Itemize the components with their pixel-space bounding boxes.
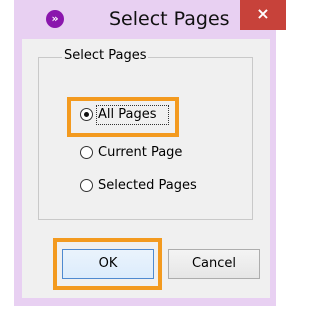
title-bar[interactable]: » Select Pages × bbox=[14, 0, 286, 39]
window-frame-left bbox=[14, 39, 22, 306]
close-button[interactable]: × bbox=[240, 0, 286, 30]
app-icon: » bbox=[46, 10, 64, 28]
chevron-right-icon: » bbox=[51, 12, 59, 25]
radio-label: Selected Pages bbox=[98, 178, 197, 193]
highlight-ok-button bbox=[53, 238, 162, 290]
cancel-button[interactable]: Cancel bbox=[168, 249, 260, 279]
dialog-title: Select Pages bbox=[109, 8, 230, 30]
radio-button[interactable] bbox=[80, 179, 93, 192]
window-frame-right bbox=[270, 39, 276, 306]
window-frame-bottom bbox=[14, 298, 276, 306]
select-pages-dialog: » Select Pages × Select Pages All Pages … bbox=[0, 0, 287, 312]
select-pages-group bbox=[38, 57, 253, 220]
radio-label: Current Page bbox=[98, 145, 183, 160]
radio-button[interactable] bbox=[80, 146, 93, 159]
group-label: Select Pages bbox=[62, 48, 149, 63]
highlight-all-pages bbox=[67, 97, 179, 137]
